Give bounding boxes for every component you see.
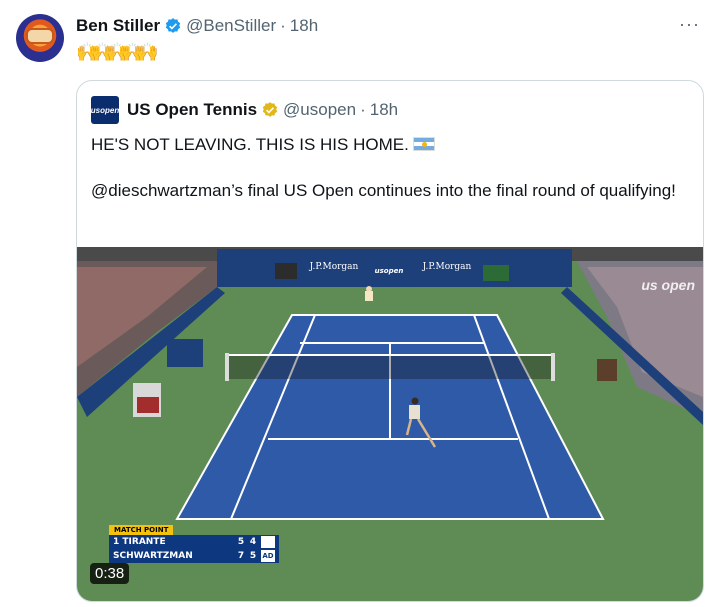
- game-score: AD: [261, 550, 275, 562]
- set-score: 5: [237, 537, 245, 547]
- set-score: 4: [249, 537, 257, 547]
- quoted-author-name: US Open Tennis: [127, 100, 258, 119]
- usopen-logo: usopen: [91, 96, 119, 124]
- separator-dot: ·: [360, 100, 366, 119]
- quoted-timestamp: 18h: [369, 100, 399, 119]
- more-options-icon[interactable]: ···: [679, 14, 700, 35]
- usopen-watermark: us open: [641, 277, 695, 293]
- author-handle[interactable]: @BenStiller: [186, 16, 276, 36]
- tweet: Ben Stiller @BenStiller · 18h ··· 🙌 🙌 🙌 …: [0, 0, 720, 607]
- quoted-author-handle: @usopen: [283, 100, 357, 119]
- argentina-flag-icon: [412, 137, 435, 151]
- player-name: SCHWARTZMAN: [113, 551, 193, 561]
- scoreboard-overlay: MATCH POINT 1 TIRANTE 5 4 SCHWARTZMAN 7 …: [109, 525, 279, 563]
- sponsor-banner-left: J.P.Morgan: [309, 262, 359, 272]
- tweet-text: 🙌 🙌 🙌 🙌 🙌: [76, 42, 159, 62]
- raised-hands-emoji: 🙌: [106, 42, 129, 62]
- raised-hands-emoji: 🙌: [76, 42, 99, 62]
- author-name[interactable]: Ben Stiller: [76, 16, 160, 36]
- set-score: 7: [237, 551, 245, 561]
- game-score: [261, 536, 275, 548]
- verified-badge-icon: [164, 17, 182, 35]
- tweet-header: Ben Stiller @BenStiller · 18h: [76, 14, 318, 38]
- quoted-line-1: HE'S NOT LEAVING. THIS IS HIS HOME.: [91, 135, 409, 154]
- sponsor-banner-center: usopen: [375, 267, 404, 275]
- score-row: 1 TIRANTE 5 4: [109, 535, 279, 549]
- match-point-label: MATCH POINT: [109, 525, 174, 535]
- set-score: 5: [249, 551, 257, 561]
- raised-hands-emoji: 🙌: [121, 42, 144, 62]
- separator-dot: ·: [280, 16, 286, 35]
- quoted-tweet[interactable]: usopen US Open Tennis @usopen · 18h HE'S…: [76, 80, 704, 602]
- quoted-tweet-text: HE'S NOT LEAVING. THIS IS HIS HOME. @die…: [91, 133, 691, 225]
- sponsor-banner-right: J.P.Morgan: [422, 262, 472, 272]
- verified-gold-badge-icon: [261, 101, 279, 119]
- avatar[interactable]: [16, 14, 64, 62]
- quoted-line-2: @dieschwartzman’s final US Open continue…: [91, 181, 676, 200]
- score-row: SCHWARTZMAN 7 5 AD: [109, 549, 279, 563]
- raised-hands-emoji: 🙌: [136, 42, 159, 62]
- timestamp[interactable]: 18h: [290, 16, 318, 36]
- video-duration-badge: 0:38: [90, 563, 130, 584]
- video-player[interactable]: J.P.Morgan usopen J.P.Morgan us open MAT…: [77, 247, 703, 601]
- quoted-tweet-header: usopen US Open Tennis @usopen · 18h: [91, 96, 399, 124]
- raised-hands-emoji: 🙌: [91, 42, 114, 62]
- player-name: 1 TIRANTE: [113, 537, 166, 547]
